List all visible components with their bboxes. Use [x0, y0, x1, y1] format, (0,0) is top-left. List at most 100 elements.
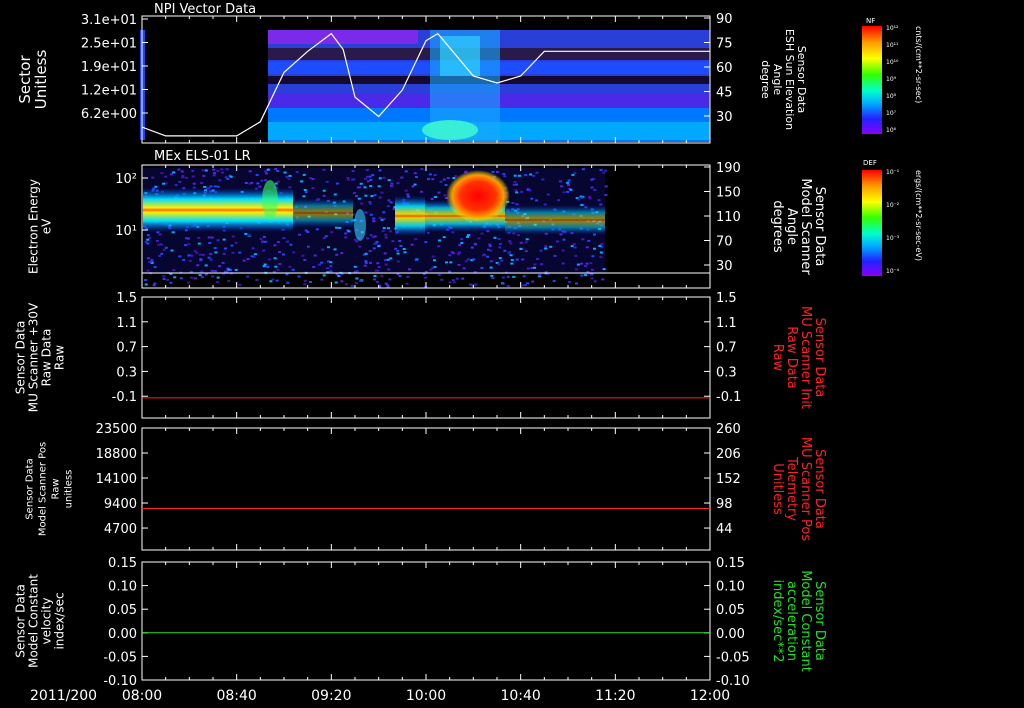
right-axis-label: Sensor Data: [812, 581, 827, 661]
left-axis-label: Electron Energy: [27, 179, 41, 274]
right-tick-label: 70: [716, 235, 733, 250]
right-axis-label: Telemetry: [784, 456, 799, 521]
time-tick-label: 09:20: [311, 688, 351, 704]
colorbar-tick-label: 10⁷: [886, 110, 897, 117]
nf-colorbar-units: cnts/(cm**2-sr-sec): [914, 26, 923, 103]
left-tick-label: 3.1e+01: [81, 13, 137, 28]
left-tick-label: 0.7: [116, 341, 137, 356]
colorbar-tick-label: 10⁹: [886, 76, 897, 83]
right-tick-label: 44: [716, 522, 733, 537]
right-axis-label: Unitless: [770, 463, 785, 515]
right-tick-label: -0.10: [716, 674, 750, 689]
right-tick-label: 260: [716, 422, 741, 437]
left-axis-label: eV: [40, 218, 54, 234]
right-tick-label: 60: [716, 61, 733, 76]
colorbar-tick-label: 10⁻¹: [886, 169, 900, 176]
right-axis-label: Sensor Data: [812, 449, 827, 529]
time-tick-label: 11:20: [595, 688, 635, 704]
left-tick-label: 9400: [104, 497, 137, 512]
left-axis-label: Sensor Data: [25, 458, 36, 519]
nf-colorbar-name: NF: [866, 17, 875, 25]
panel-4-frame: [141, 427, 711, 551]
right-tick-label: 0.10: [716, 580, 745, 595]
right-axis-label: MU Scanner Pos: [798, 437, 813, 542]
left-tick-label: 6.2e+00: [81, 107, 137, 122]
right-tick-label: 190: [716, 161, 741, 176]
left-axis-label: Sensor Data: [14, 321, 28, 395]
right-tick-label: 0.05: [716, 603, 745, 618]
left-tick-label: 0.15: [108, 556, 137, 571]
colorbar-tick-label: 10¹²: [886, 25, 899, 32]
right-axis-label: degree: [759, 60, 772, 99]
right-tick-label: 0.00: [716, 627, 745, 642]
colorbar-tick-label: 10⁻²: [886, 202, 900, 209]
right-axis-label: MU Scanner Init: [798, 306, 813, 409]
left-tick-label: 0.10: [108, 580, 137, 595]
right-tick-label: 30: [716, 259, 733, 274]
left-tick-label: 2.5e+01: [81, 37, 137, 52]
left-tick-label: 0.3: [116, 365, 137, 380]
right-tick-label: 0.7: [716, 341, 737, 356]
left-tick-label: 10²: [115, 172, 137, 187]
right-tick-label: 1.1: [716, 316, 737, 331]
colorbar-tick-label: 10⁶: [886, 127, 897, 134]
right-axis-label: Raw: [770, 344, 785, 372]
right-axis-label: Model Constant: [798, 570, 813, 672]
left-tick-label: 1.5: [116, 291, 137, 306]
right-tick-label: 110: [716, 210, 741, 225]
left-tick-label: 4700: [104, 522, 137, 537]
nf-colorbar: [862, 26, 882, 134]
right-axis-label: Sensor Data: [812, 187, 827, 267]
colorbar-tick-label: 10¹⁰: [886, 59, 899, 66]
left-axis-label: velocity: [40, 598, 54, 645]
right-tick-label: 152: [716, 472, 741, 487]
time-tick-label: 10:00: [406, 688, 446, 704]
colorbar-tick-label: 10¹¹: [886, 42, 899, 49]
right-tick-label: -0.1: [716, 390, 741, 405]
right-axis-label: acceleration: [784, 581, 799, 661]
panel2-title: MEx ELS-01 LR: [154, 149, 251, 164]
left-axis-label: Raw: [53, 345, 67, 370]
left-tick-label: -0.1: [112, 390, 137, 405]
def-colorbar-name: DEF: [863, 159, 877, 167]
colorbar-tick-label: 10⁸: [886, 93, 897, 100]
left-tick-label: 1.9e+01: [81, 60, 137, 75]
time-tick-label: 10:40: [500, 688, 540, 704]
npi-spectrogram: [140, 30, 710, 142]
right-tick-label: 75: [716, 37, 733, 52]
right-tick-label: 98: [716, 497, 733, 512]
left-tick-label: -0.05: [103, 650, 137, 665]
left-tick-label: 1.2e+01: [81, 84, 137, 99]
left-axis-label: Sensor Data: [14, 584, 28, 658]
date-label: 2011/200: [30, 688, 97, 704]
right-tick-label: 150: [716, 186, 741, 201]
right-tick-label: 206: [716, 447, 741, 462]
left-tick-label: 0.00: [108, 627, 137, 642]
panel-3-frame: [141, 296, 711, 419]
right-axis-label: Raw Data: [784, 326, 799, 389]
left-tick-label: 1.1: [116, 316, 137, 331]
left-tick-label: 0.05: [108, 603, 137, 618]
colorbar-tick-label: 10⁻³: [886, 235, 900, 242]
right-tick-label: 0.3: [716, 365, 737, 380]
left-axis-label: index/sec: [53, 592, 67, 649]
left-tick-label: 14100: [96, 472, 137, 487]
colorbar-tick-label: 10⁻⁴: [886, 268, 900, 275]
right-axis-label: Sensor Data: [812, 318, 827, 398]
def-colorbar: [862, 170, 882, 276]
right-tick-label: 0.15: [716, 556, 745, 571]
left-axis-label: MU Scanner +30V: [27, 302, 41, 412]
left-tick-label: 10¹: [115, 224, 137, 239]
left-tick-label: 18800: [96, 447, 137, 462]
right-tick-label: 30: [716, 110, 733, 125]
left-axis-label: Unitless: [32, 50, 50, 110]
right-tick-label: 45: [716, 86, 733, 101]
right-tick-label: -0.05: [716, 650, 750, 665]
left-axis-label: Model Scanner Pos: [38, 442, 49, 536]
left-tick-label: -0.10: [103, 674, 137, 689]
right-tick-label: 90: [716, 12, 733, 27]
time-tick-label: 08:00: [122, 688, 162, 704]
right-axis-label: Angle: [784, 208, 799, 245]
left-axis-label: Raw Data: [40, 329, 54, 387]
els-spectrogram: [143, 168, 608, 288]
